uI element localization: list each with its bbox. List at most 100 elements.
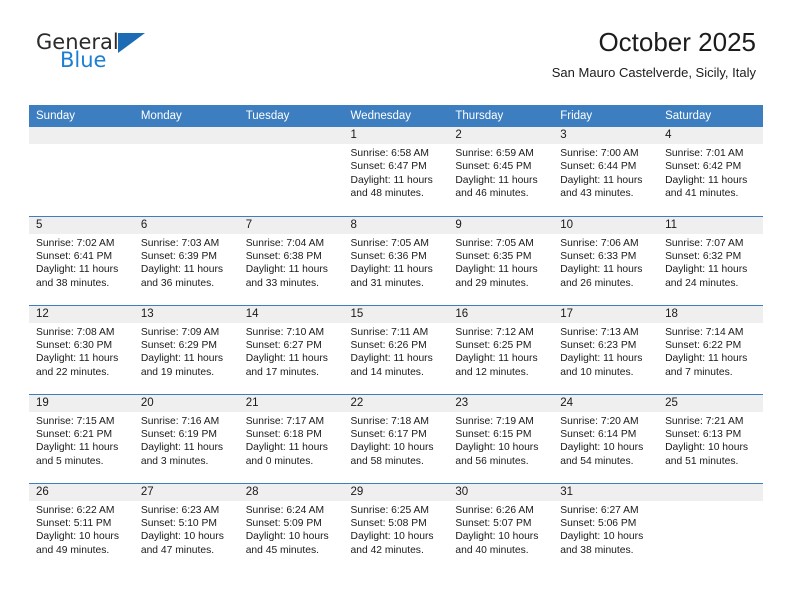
daylight-text-line1: Daylight: 11 hours [36, 353, 119, 365]
weekday-header-wednesday: Wednesday [343, 105, 449, 127]
day-details: Sunrise: 7:10 AM Sunset: 6:27 PM Daylight:… [239, 323, 344, 380]
calendar-day-cell[interactable]: 11 Sunrise: 7:07 AM Sunset: 6:32 PM Dayligh… [658, 215, 763, 305]
day-details: Sunrise: 7:08 AM Sunset: 6:30 PM Daylight:… [29, 323, 134, 380]
daylight-text-line2: and 22 minutes. [36, 366, 110, 378]
day-number: 29 [343, 483, 449, 501]
day-details: Sunrise: 7:03 AM Sunset: 6:39 PM Daylight:… [134, 234, 239, 291]
sunrise-text: Sunrise: 7:15 AM [36, 415, 115, 427]
sunset-text: Sunset: 6:17 PM [350, 428, 427, 440]
calendar-day-cell[interactable]: 15 Sunrise: 7:11 AM Sunset: 6:26 PM Dayligh… [343, 304, 449, 394]
sunrise-text: Sunrise: 7:08 AM [36, 326, 115, 338]
sunset-text: Sunset: 6:29 PM [140, 339, 217, 351]
sunset-text: Sunset: 6:18 PM [245, 428, 322, 440]
day-number: 24 [553, 394, 659, 412]
sunrise-text: Sunrise: 7:00 AM [560, 148, 639, 159]
daylight-text-line2: and 48 minutes. [350, 188, 424, 200]
calendar-day-cell[interactable]: 5 Sunrise: 7:02 AM Sunset: 6:41 PM Daylight… [29, 215, 134, 305]
calendar-cell-empty [238, 127, 344, 216]
daylight-text-line1: Daylight: 11 hours [350, 174, 433, 186]
day-number: 2 [448, 127, 554, 144]
calendar-day-cell[interactable]: 26 Sunrise: 6:22 AM Sunset: 5:11 PM Dayligh… [29, 482, 134, 572]
sunrise-text: Sunrise: 6:24 AM [245, 504, 325, 516]
day-number: 11 [658, 216, 763, 234]
calendar-day-cell[interactable]: 20 Sunrise: 7:16 AM Sunset: 6:19 PM Dayligh… [133, 393, 239, 483]
daylight-text-line1: Daylight: 11 hours [36, 442, 119, 454]
day-details: Sunrise: 7:20 AM Sunset: 6:14 PM Daylight:… [553, 412, 658, 469]
weekday-header-saturday: Saturday [658, 105, 763, 127]
page-title: October 2025 [598, 27, 756, 57]
sunset-text: Sunset: 6:33 PM [560, 250, 637, 262]
calendar-day-cell[interactable]: 30 Sunrise: 6:26 AM Sunset: 5:07 PM Dayligh… [448, 482, 554, 572]
sunrise-text: Sunrise: 6:26 AM [455, 504, 534, 516]
daylight-text-line1: Daylight: 11 hours [350, 353, 433, 365]
calendar-day-cell[interactable]: 12 Sunrise: 7:08 AM Sunset: 6:30 PM Dayligh… [29, 304, 134, 394]
daylight-text-line2: and 12 minutes. [455, 366, 529, 378]
daylight-text-line2: and 56 minutes. [455, 455, 529, 467]
calendar-body: 1 Sunrise: 6:58 AM Sunset: 6:47 PM Daylight… [29, 127, 763, 572]
calendar-day-cell[interactable]: 28 Sunrise: 6:24 AM Sunset: 5:09 PM Dayligh… [238, 482, 344, 572]
calendar-day-cell[interactable]: 19 Sunrise: 7:15 AM Sunset: 6:21 PM Dayligh… [29, 393, 134, 483]
calendar-day-cell[interactable]: 16 Sunrise: 7:12 AM Sunset: 6:25 PM Dayligh… [448, 304, 554, 394]
calendar-day-cell[interactable]: 25 Sunrise: 7:21 AM Sunset: 6:13 PM Dayligh… [658, 393, 763, 483]
daylight-text-line2: and 14 minutes. [350, 366, 424, 378]
sunset-text: Sunset: 6:32 PM [665, 250, 742, 262]
calendar-day-cell[interactable]: 23 Sunrise: 7:19 AM Sunset: 6:15 PM Dayligh… [448, 393, 554, 483]
day-number: 5 [29, 216, 134, 234]
calendar-day-cell[interactable]: 17 Sunrise: 7:13 AM Sunset: 6:23 PM Dayligh… [553, 304, 659, 394]
calendar-day-cell[interactable]: 14 Sunrise: 7:10 AM Sunset: 6:27 PM Dayligh… [238, 304, 344, 394]
daylight-text-line1: Daylight: 11 hours [665, 264, 748, 276]
calendar-day-cell[interactable]: 31 Sunrise: 6:27 AM Sunset: 5:06 PM Dayligh… [553, 482, 659, 572]
day-number: 15 [343, 305, 449, 323]
sunset-text: Sunset: 6:47 PM [350, 161, 427, 173]
calendar-day-cell[interactable]: 21 Sunrise: 7:17 AM Sunset: 6:18 PM Dayligh… [238, 393, 344, 483]
day-details: Sunrise: 6:59 AM Sunset: 6:45 PM Daylight:… [448, 144, 553, 201]
day-number: 8 [343, 216, 449, 234]
calendar-day-cell[interactable]: 13 Sunrise: 7:09 AM Sunset: 6:29 PM Dayligh… [133, 304, 239, 394]
sunset-text: Sunset: 6:27 PM [245, 339, 322, 351]
daylight-text-line1: Daylight: 11 hours [560, 264, 643, 276]
sunset-text: Sunset: 6:23 PM [560, 339, 637, 351]
day-details: Sunrise: 7:16 AM Sunset: 6:19 PM Daylight:… [134, 412, 239, 469]
day-number: 25 [658, 394, 763, 412]
calendar-cell-empty [658, 482, 763, 572]
calendar-day-cell[interactable]: 9 Sunrise: 7:05 AM Sunset: 6:35 PM Daylight… [448, 215, 554, 305]
calendar-day-cell[interactable]: 18 Sunrise: 7:14 AM Sunset: 6:22 PM Dayligh… [658, 304, 763, 394]
calendar-day-cell[interactable]: 22 Sunrise: 7:18 AM Sunset: 6:17 PM Dayligh… [343, 393, 449, 483]
daylight-text-line1: Daylight: 10 hours [350, 442, 434, 454]
sunrise-text: Sunrise: 7:07 AM [665, 237, 744, 249]
sunset-text: Sunset: 6:15 PM [455, 428, 532, 440]
calendar-day-cell[interactable]: 10 Sunrise: 7:06 AM Sunset: 6:33 PM Dayligh… [553, 215, 659, 305]
sunrise-text: Sunrise: 7:01 AM [665, 148, 744, 159]
day-number [658, 483, 763, 501]
sunrise-text: Sunrise: 6:25 AM [350, 504, 429, 516]
sunrise-text: Sunrise: 7:18 AM [350, 415, 429, 427]
calendar-day-cell[interactable]: 24 Sunrise: 7:20 AM Sunset: 6:14 PM Dayligh… [553, 393, 659, 483]
daylight-text-line1: Daylight: 10 hours [245, 531, 329, 543]
daylight-text-line2: and 5 minutes. [36, 455, 104, 467]
sunset-text: Sunset: 6:19 PM [140, 428, 217, 440]
daylight-text-line1: Daylight: 10 hours [455, 442, 539, 454]
calendar-day-cell[interactable]: 7 Sunrise: 7:04 AM Sunset: 6:38 PM Daylight… [238, 215, 344, 305]
calendar-day-cell[interactable]: 8 Sunrise: 7:05 AM Sunset: 6:36 PM Daylight… [343, 215, 449, 305]
calendar-day-cell[interactable]: 3 Sunrise: 7:00 AM Sunset: 6:44 PM Daylight… [553, 127, 659, 216]
daylight-text-line1: Daylight: 11 hours [455, 264, 538, 276]
daylight-text-line1: Daylight: 11 hours [245, 264, 328, 276]
daylight-text-line2: and 10 minutes. [560, 366, 634, 378]
calendar-day-cell[interactable]: 6 Sunrise: 7:03 AM Sunset: 6:39 PM Daylight… [133, 215, 239, 305]
sunrise-text: Sunrise: 7:12 AM [455, 326, 534, 338]
calendar-day-cell[interactable]: 2 Sunrise: 6:59 AM Sunset: 6:45 PM Daylight… [448, 127, 554, 216]
calendar-day-cell[interactable]: 1 Sunrise: 6:58 AM Sunset: 6:47 PM Daylight… [343, 127, 449, 216]
daylight-text-line2: and 58 minutes. [350, 455, 424, 467]
calendar-day-cell[interactable]: 29 Sunrise: 6:25 AM Sunset: 5:08 PM Dayligh… [343, 482, 449, 572]
daylight-text-line1: Daylight: 11 hours [140, 442, 224, 454]
day-details: Sunrise: 7:14 AM Sunset: 6:22 PM Daylight:… [658, 323, 763, 380]
calendar-day-cell[interactable]: 4 Sunrise: 7:01 AM Sunset: 6:42 PM Daylight… [658, 127, 763, 216]
day-number: 9 [448, 216, 554, 234]
brand-logo[interactable]: General Blue [36, 32, 156, 80]
sunset-text: Sunset: 6:38 PM [245, 250, 322, 262]
day-number: 16 [448, 305, 554, 323]
calendar-day-cell[interactable]: 27 Sunrise: 6:23 AM Sunset: 5:10 PM Dayligh… [133, 482, 239, 572]
daylight-text-line1: Daylight: 11 hours [36, 264, 119, 276]
daylight-text-line1: Daylight: 10 hours [350, 531, 434, 543]
sunset-text: Sunset: 6:26 PM [350, 339, 427, 351]
